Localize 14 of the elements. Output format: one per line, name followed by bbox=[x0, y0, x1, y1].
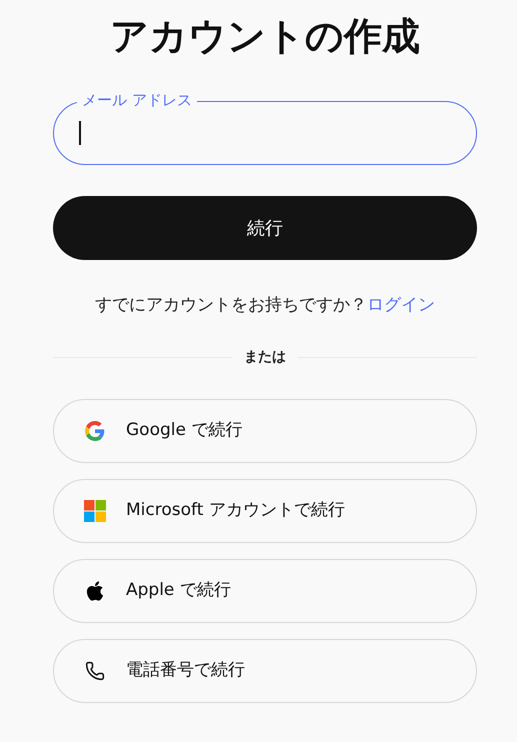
divider-label: または bbox=[244, 348, 286, 367]
continue-button[interactable]: 続行 bbox=[53, 196, 477, 260]
login-prompt: すでにアカウントをお持ちですか？ログイン bbox=[94, 294, 436, 317]
text-cursor bbox=[79, 121, 80, 145]
page-title: アカウントの作成 bbox=[109, 13, 421, 60]
login-link[interactable]: ログイン bbox=[367, 295, 435, 315]
google-logo-icon bbox=[85, 421, 105, 441]
sign-in-option-button[interactable]: Google で続行 bbox=[53, 399, 477, 463]
sign-in-option-button[interactable]: 電話番号で続行 bbox=[53, 639, 477, 703]
sign-in-option-button[interactable]: Apple で続行 bbox=[53, 559, 477, 623]
apple-logo-icon bbox=[84, 580, 106, 602]
phone-icon bbox=[85, 661, 105, 681]
windows-logo-icon bbox=[84, 500, 106, 522]
sign-in-option-button[interactable]: Microsoft アカウントで続行 bbox=[53, 479, 477, 543]
